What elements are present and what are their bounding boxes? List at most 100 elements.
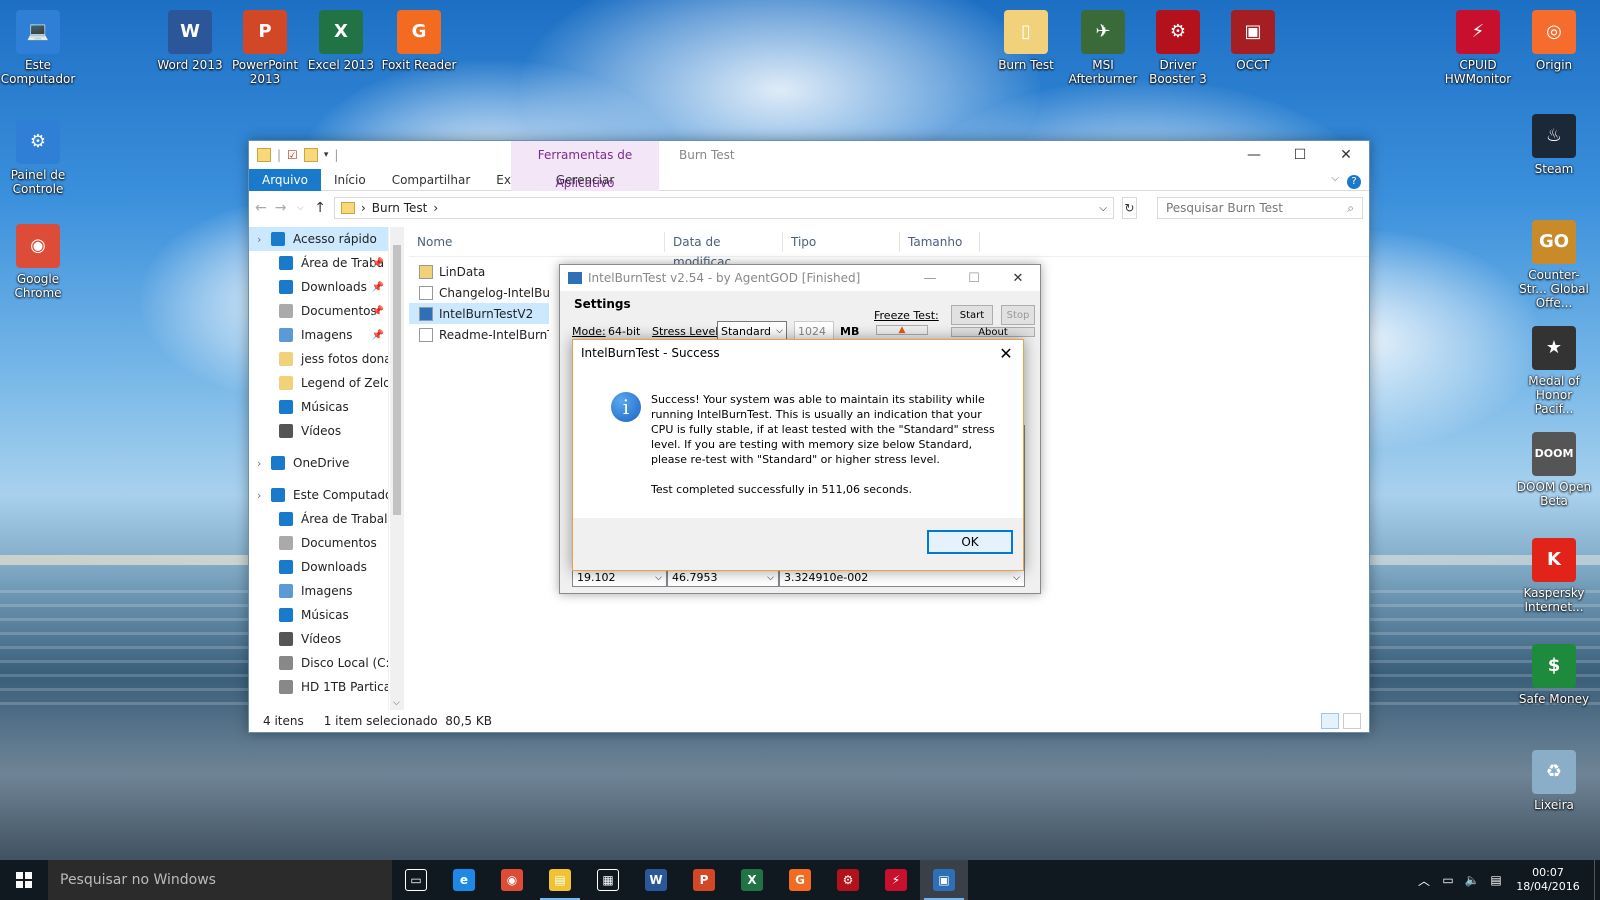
- column-header[interactable]: Tipo: [783, 231, 900, 252]
- file-row[interactable]: IntelBurnTestV2: [409, 303, 549, 324]
- expand-chevron-icon[interactable]: ›: [257, 489, 261, 502]
- search-input[interactable]: Pesquisar Burn Test ⌕: [1156, 197, 1363, 219]
- nav-item[interactable]: Documentos: [249, 531, 388, 555]
- tab-gerenciar[interactable]: Gerenciar: [511, 169, 659, 191]
- address-bar[interactable]: › Burn Test › ⌵: [333, 197, 1114, 219]
- close-button[interactable]: ✕: [1323, 141, 1369, 169]
- about-button[interactable]: About: [951, 327, 1035, 338]
- desktop-icon-safe-money[interactable]: $ Safe Money: [1516, 644, 1592, 706]
- clock[interactable]: 00:07 18/04/2016: [1508, 866, 1588, 894]
- address-dropdown-icon[interactable]: ⌵: [1099, 203, 1107, 214]
- taskbar-task-view[interactable]: ▭: [392, 860, 440, 900]
- desktop-icon-msi-afterburner[interactable]: ✈ MSI Afterburner: [1065, 10, 1141, 86]
- breadcrumb-chevron-icon[interactable]: ›: [361, 201, 366, 215]
- refresh-icon[interactable]: ↻: [1121, 197, 1137, 219]
- desktop-icon-este-computador[interactable]: 💻 Este Computador: [0, 10, 76, 86]
- dialog-close-icon[interactable]: ✕: [989, 340, 1023, 366]
- taskbar-excel[interactable]: X: [728, 860, 776, 900]
- tab-compartilhar[interactable]: Compartilhar: [379, 169, 484, 191]
- nav-item[interactable]: Downloads 📌: [249, 275, 388, 299]
- freeze-test-button[interactable]: ▲: [876, 325, 928, 335]
- file-row[interactable]: LinData: [409, 261, 549, 282]
- help-icon[interactable]: ?: [1347, 175, 1361, 189]
- new-folder-icon[interactable]: [303, 148, 318, 162]
- taskbar-hwmonitor[interactable]: ⚡: [872, 860, 920, 900]
- stop-button[interactable]: Stop: [1001, 305, 1035, 325]
- desktop-icon-excel-2013[interactable]: X Excel 2013: [303, 10, 379, 72]
- expand-chevron-icon[interactable]: ›: [257, 457, 261, 470]
- nav-scrollbar[interactable]: ⌵: [390, 227, 404, 710]
- nav-item[interactable]: Imagens: [249, 579, 388, 603]
- up-arrow-icon[interactable]: ↑: [314, 200, 326, 216]
- nav-item[interactable]: › Este Computador: [249, 483, 388, 507]
- ok-button[interactable]: OK: [927, 530, 1013, 554]
- back-arrow-icon[interactable]: ←: [255, 200, 267, 216]
- desktop-icon-kaspersky[interactable]: K Kaspersky Internet...: [1516, 538, 1592, 614]
- column-header[interactable]: Data de modificaç...: [665, 231, 783, 269]
- nav-item[interactable]: › Acesso rápido: [249, 227, 388, 251]
- nav-item[interactable]: HD 1TB Particao: [249, 675, 388, 699]
- desktop-icon-counter-strike[interactable]: GO Counter-Str... Global Offe...: [1516, 220, 1592, 310]
- nav-item[interactable]: Downloads: [249, 555, 388, 579]
- desktop-icon-driver-booster-3[interactable]: ⚙ Driver Booster 3: [1140, 10, 1216, 86]
- tab-arquivo[interactable]: Arquivo: [249, 168, 321, 191]
- network-icon[interactable]: ▭: [1436, 873, 1460, 887]
- taskbar-intelburntest[interactable]: ▣: [920, 860, 968, 900]
- nav-item[interactable]: Músicas: [249, 395, 388, 419]
- start-button[interactable]: Start: [951, 305, 993, 325]
- chevron-down-icon[interactable]: ⌵: [1331, 173, 1339, 184]
- taskbar-search[interactable]: Pesquisar no Windows: [48, 860, 392, 900]
- nav-item[interactable]: Vídeos: [249, 627, 388, 651]
- taskbar-word[interactable]: W: [632, 860, 680, 900]
- dialog-titlebar[interactable]: IntelBurnTest - Success ✕: [573, 340, 1023, 366]
- nav-item[interactable]: Vídeos: [249, 419, 388, 443]
- show-desktop-button[interactable]: [1594, 860, 1600, 900]
- desktop-icon-medal-of-honor[interactable]: ★ Medal of Honor Pacif...: [1516, 326, 1592, 416]
- folder-icon[interactable]: [257, 148, 271, 162]
- stress-level-select[interactable]: Standard ⌵: [717, 321, 787, 341]
- breadcrumb-chevron-icon[interactable]: ›: [433, 201, 438, 215]
- explorer-titlebar[interactable]: | ☑ ▾ | Burn Test — ☐ ✕: [249, 141, 1369, 169]
- desktop-icon-painel-de-controle[interactable]: ⚙ Painel de Controle: [0, 120, 76, 196]
- taskbar-edge[interactable]: e: [440, 860, 488, 900]
- desktop-icon-doom-open-beta[interactable]: DOOM DOOM Open Beta: [1516, 432, 1592, 508]
- desktop-icon-origin[interactable]: ◎ Origin: [1516, 10, 1592, 72]
- customize-qat-icon[interactable]: ▾: [324, 150, 329, 160]
- desktop-icon-cpuid-hwmonitor[interactable]: ⚡ CPUID HWMonitor: [1440, 10, 1516, 86]
- file-row[interactable]: Readme-IntelBurnTes: [409, 324, 549, 345]
- column-header[interactable]: Tamanho: [900, 231, 980, 252]
- desktop-icon-steam[interactable]: ♨ Steam: [1516, 114, 1592, 176]
- forward-arrow-icon[interactable]: →: [275, 200, 287, 216]
- recent-chevron-icon[interactable]: ⌵: [294, 203, 306, 213]
- column-header[interactable]: Nome: [409, 231, 665, 252]
- desktop-icon-occt[interactable]: ▣ OCCT: [1215, 10, 1291, 72]
- taskbar-store[interactable]: ▦: [584, 860, 632, 900]
- taskbar-foxit[interactable]: G: [776, 860, 824, 900]
- nav-item[interactable]: Disco Local (C:): [249, 651, 388, 675]
- properties-icon[interactable]: ☑: [287, 148, 298, 162]
- nav-item[interactable]: jess fotos dona i: [249, 347, 388, 371]
- taskbar-chrome[interactable]: ◉: [488, 860, 536, 900]
- memory-input[interactable]: 1024: [794, 321, 834, 341]
- minimize-button[interactable]: —: [1231, 141, 1277, 169]
- desktop-icon-foxit-reader[interactable]: G Foxit Reader: [381, 10, 457, 72]
- nav-item[interactable]: Legend of Zelda,: [249, 371, 388, 395]
- desktop-icon-lixeira[interactable]: ♻ Lixeira: [1516, 750, 1592, 812]
- expand-chevron-icon[interactable]: ›: [257, 233, 261, 246]
- desktop-icon-word-2013[interactable]: W Word 2013: [152, 10, 228, 72]
- nav-item[interactable]: Imagens 📌: [249, 323, 388, 347]
- breadcrumb[interactable]: Burn Test: [372, 201, 428, 215]
- nav-item[interactable]: › OneDrive: [249, 451, 388, 475]
- details-view-icon[interactable]: [1321, 713, 1339, 729]
- nav-item[interactable]: Músicas: [249, 603, 388, 627]
- ibt-titlebar[interactable]: IntelBurnTest v2.54 - by AgentGOD [Finis…: [560, 265, 1040, 291]
- nav-item[interactable]: Documentos 📌: [249, 299, 388, 323]
- ibt-close-button[interactable]: ✕: [996, 265, 1040, 291]
- maximize-button[interactable]: ☐: [1277, 141, 1323, 169]
- taskbar-powerpoint[interactable]: P: [680, 860, 728, 900]
- desktop-icon-powerpoint-2013[interactable]: P PowerPoint 2013: [227, 10, 303, 86]
- taskbar-driver-booster[interactable]: ⚙: [824, 860, 872, 900]
- taskbar-file-explorer[interactable]: ▤: [536, 860, 584, 900]
- nav-item[interactable]: Área de Trabalho: [249, 507, 388, 531]
- large-icons-view-icon[interactable]: [1343, 713, 1361, 729]
